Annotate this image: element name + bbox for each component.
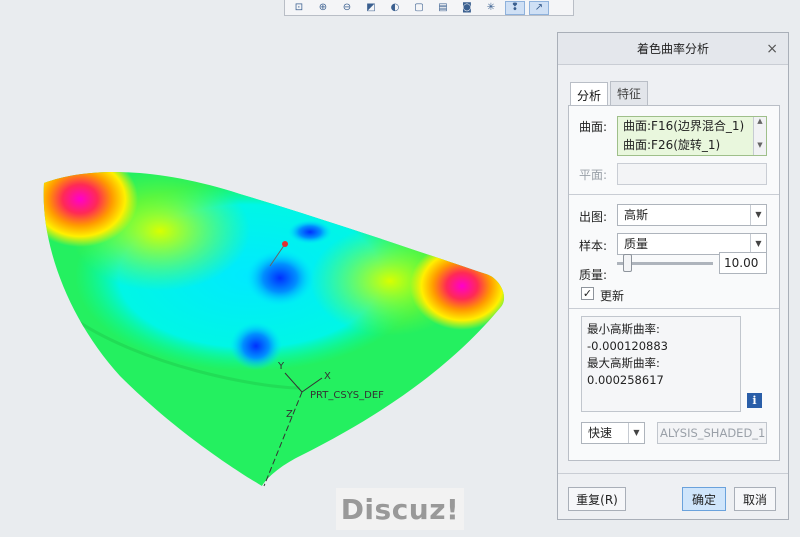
spin-center-icon[interactable]: ↗	[529, 0, 549, 15]
dialog-tabs: 分析 特征	[570, 81, 650, 107]
saved-views-icon[interactable]: ▢	[409, 1, 429, 15]
csys-name-label: PRT_CSYS_DEF	[310, 390, 384, 401]
update-label: 更新	[600, 289, 625, 303]
surface-list-scrollbar[interactable]: ▲ ▼	[753, 117, 766, 155]
tab-analysis[interactable]: 分析	[570, 82, 609, 107]
zoom-fit-icon[interactable]: ⊡	[289, 1, 309, 15]
chevron-down-icon[interactable]: ▼	[750, 205, 766, 225]
datum-display-icon[interactable]: ✳	[481, 1, 501, 15]
curvature-shaded-surface[interactable]	[0, 16, 556, 534]
camera-icon[interactable]: ◙	[457, 1, 477, 15]
scroll-down-icon[interactable]: ▼	[754, 141, 766, 149]
output-dropdown[interactable]: 高斯 ▼	[617, 204, 767, 226]
close-icon[interactable]: ×	[766, 41, 778, 57]
csys-axis-x-label: X	[324, 371, 331, 382]
min-curvature-value: -0.000120883	[587, 339, 668, 353]
ok-button[interactable]: 确定	[682, 487, 726, 511]
dialog-title: 着色曲率分析	[636, 42, 709, 56]
repeat-button[interactable]: 重复(R)	[568, 487, 626, 511]
quality-input[interactable]: 10.00	[719, 252, 767, 274]
surface-item[interactable]: 曲面:F16(边界混合_1)	[618, 117, 766, 136]
plane-collector[interactable]	[617, 163, 767, 185]
cancel-button[interactable]: 取消	[734, 487, 776, 511]
repaint-icon[interactable]: ◩	[361, 1, 381, 15]
output-label: 出图:	[579, 210, 608, 224]
min-curvature-label: 最小高斯曲率:	[587, 322, 660, 336]
max-curvature-value: 0.000258617	[587, 373, 664, 387]
shaded-curvature-dialog: 着色曲率分析 × 分析 特征 曲面: 曲面:F16(边界混合_1) 曲面:F26…	[557, 32, 789, 520]
sample-value: 质量	[624, 237, 649, 251]
chevron-down-icon[interactable]: ▼	[750, 234, 766, 254]
divider	[569, 194, 779, 195]
mode-value: 快速	[588, 426, 613, 440]
curvature-results: 最小高斯曲率: -0.000120883 最大高斯曲率: 0.000258617	[581, 316, 741, 412]
display-style-icon[interactable]: ◐	[385, 1, 405, 15]
csys-axis-z-label: Z	[286, 409, 293, 420]
zoom-out-icon[interactable]: ⊖	[337, 1, 357, 15]
sample-label: 样本:	[579, 239, 608, 253]
chevron-down-icon[interactable]: ▼	[628, 423, 644, 443]
divider	[569, 308, 779, 309]
info-icon[interactable]: i	[747, 393, 762, 408]
quality-label: 质量:	[579, 268, 608, 282]
tab-feature[interactable]: 特征	[610, 81, 649, 105]
max-curvature-label: 最大高斯曲率:	[587, 356, 660, 370]
scroll-up-icon[interactable]: ▲	[754, 117, 766, 125]
view-toolbar: ⊡ ⊕ ⊖ ◩ ◐ ▢ ▤ ◙ ✳ ❢ ↗	[284, 0, 574, 16]
csys-axis-y-label: Y	[278, 361, 285, 372]
zoom-in-icon[interactable]: ⊕	[313, 1, 333, 15]
quality-slider-handle[interactable]	[623, 254, 632, 272]
surface-item[interactable]: 曲面:F26(旋转_1)	[618, 136, 766, 155]
update-checkbox[interactable]: ✓	[581, 287, 594, 300]
analysis-name-field[interactable]: ALYSIS_SHADED_1	[657, 422, 767, 444]
output-value: 高斯	[624, 208, 649, 222]
surface-label: 曲面:	[579, 120, 608, 134]
surface-collector[interactable]: 曲面:F16(边界混合_1) 曲面:F26(旋转_1) ▲ ▼	[617, 116, 767, 156]
layers-icon[interactable]: ▤	[433, 1, 453, 15]
mode-dropdown[interactable]: 快速 ▼	[581, 422, 645, 444]
analysis-panel: 曲面: 曲面:F16(边界混合_1) 曲面:F26(旋转_1) ▲ ▼ 平面: …	[568, 105, 780, 461]
watermark-logo: Discuz!	[336, 488, 464, 530]
annotation-display-icon[interactable]: ❢	[505, 0, 525, 15]
divider	[558, 473, 788, 474]
model-viewport[interactable]: Y X Z PRT_CSYS_DEF	[0, 16, 556, 534]
plane-label: 平面:	[579, 168, 608, 182]
dialog-title-bar[interactable]: 着色曲率分析 ×	[558, 33, 788, 65]
